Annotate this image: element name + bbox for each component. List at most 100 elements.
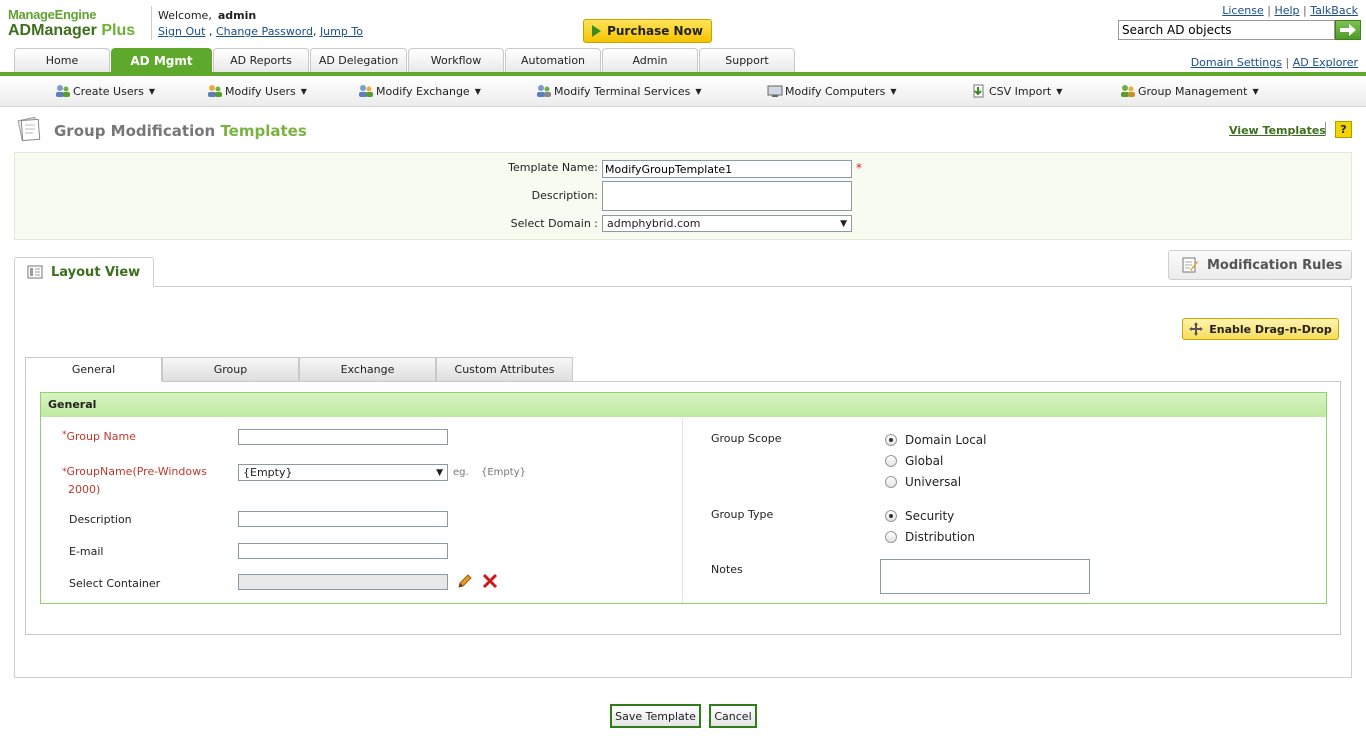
layout-icon bbox=[27, 265, 43, 279]
radio-icon[interactable] bbox=[885, 531, 897, 543]
menu-csv-import[interactable]: CSV Import ▼ bbox=[971, 84, 1062, 98]
scope-universal-option[interactable]: Universal bbox=[885, 475, 961, 489]
notes-textarea[interactable] bbox=[880, 559, 1090, 594]
tab-general[interactable]: General bbox=[25, 357, 162, 382]
group-name-input[interactable] bbox=[238, 429, 448, 445]
tab-custom-attributes[interactable]: Custom Attributes bbox=[436, 357, 573, 382]
group-name-pre-line2: 2000) bbox=[68, 483, 101, 496]
example-value: {Empty} bbox=[481, 467, 526, 478]
help-link[interactable]: Help bbox=[1274, 4, 1299, 17]
tab-workflow[interactable]: Workflow bbox=[408, 48, 504, 72]
template-name-input[interactable] bbox=[602, 160, 852, 178]
modification-rules-label: Modification Rules bbox=[1207, 257, 1343, 273]
type-security-option[interactable]: Security bbox=[885, 509, 954, 523]
chevron-down-icon: ▼ bbox=[436, 467, 443, 478]
tab-group[interactable]: Group bbox=[162, 357, 299, 382]
group-name-pre-value: {Empty} bbox=[243, 466, 293, 479]
group-name-pre-windows-label: *GroupName(Pre-Windows 2000) bbox=[62, 465, 207, 496]
group-name-label: *Group Name bbox=[62, 430, 136, 443]
menu-create-users[interactable]: Create Users ▼ bbox=[55, 84, 155, 98]
enable-drag-drop-button[interactable]: Enable Drag-n-Drop bbox=[1182, 318, 1339, 340]
template-description-input[interactable] bbox=[602, 181, 852, 211]
group-icon bbox=[1121, 85, 1135, 97]
enable-drag-drop-label: Enable Drag-n-Drop bbox=[1209, 322, 1332, 336]
menu-modify-computers-label: Modify Computers bbox=[785, 84, 886, 98]
view-templates-link[interactable]: View Templates bbox=[1229, 124, 1326, 137]
domain-select[interactable]: admphybrid.com ▼ bbox=[602, 215, 852, 232]
arrow-right-icon bbox=[1340, 24, 1356, 36]
tab-ad-mgmt[interactable]: AD Mgmt bbox=[111, 48, 212, 72]
type-security-label: Security bbox=[905, 509, 955, 523]
logo-admanager: ADManager Plus bbox=[8, 22, 135, 40]
scope-domain-local-label: Domain Local bbox=[905, 433, 987, 447]
domain-select-value: admphybrid.com bbox=[607, 217, 701, 230]
description-label: Description: bbox=[531, 189, 598, 202]
select-container-label: Select Container bbox=[69, 577, 161, 590]
welcome-text: Welcome, admin bbox=[158, 9, 256, 22]
menu-csv-import-label: CSV Import bbox=[989, 84, 1052, 98]
pencil-icon[interactable] bbox=[457, 573, 473, 589]
purchase-now-button[interactable]: Purchase Now bbox=[583, 19, 712, 43]
jump-to-link[interactable]: Jump To bbox=[320, 25, 363, 38]
select-domain-label: Select Domain : bbox=[510, 217, 598, 230]
example-label: eg. bbox=[453, 467, 469, 478]
tab-layout-view[interactable]: Layout View bbox=[14, 257, 154, 287]
modification-rules-button[interactable]: Modification Rules bbox=[1168, 250, 1352, 280]
welcome-label: Welcome, bbox=[158, 9, 212, 22]
username: admin bbox=[217, 9, 257, 22]
sign-out-link[interactable]: Sign Out bbox=[158, 25, 205, 38]
users-edit-icon bbox=[208, 85, 222, 97]
tab-support[interactable]: Support bbox=[699, 48, 795, 72]
ad-explorer-link[interactable]: AD Explorer bbox=[1293, 56, 1358, 69]
container-input bbox=[238, 574, 448, 590]
group-description-input[interactable] bbox=[238, 511, 448, 527]
move-icon bbox=[1189, 322, 1204, 336]
radio-icon[interactable] bbox=[885, 455, 897, 467]
menu-modify-exchange[interactable]: Modify Exchange ▼ bbox=[358, 84, 481, 98]
group-type-label: Group Type bbox=[711, 508, 774, 521]
email-field[interactable] bbox=[238, 543, 448, 559]
delete-icon[interactable] bbox=[482, 573, 498, 589]
tab-ad-delegation[interactable]: AD Delegation bbox=[310, 48, 407, 72]
talkback-link[interactable]: TalkBack bbox=[1310, 4, 1358, 17]
license-link[interactable]: License bbox=[1222, 4, 1263, 17]
radio-icon[interactable] bbox=[885, 476, 897, 488]
menu-group-management[interactable]: Group Management ▼ bbox=[1120, 84, 1259, 98]
page-title-main: Group Modification bbox=[54, 122, 216, 140]
layout-view-label: Layout View bbox=[51, 264, 141, 280]
scope-global-option[interactable]: Global bbox=[885, 454, 943, 468]
type-distribution-option[interactable]: Distribution bbox=[885, 530, 975, 544]
change-password-link[interactable]: Change Password bbox=[216, 25, 313, 38]
type-distribution-label: Distribution bbox=[905, 530, 976, 544]
terminal-users-icon bbox=[537, 85, 551, 97]
radio-selected-icon[interactable] bbox=[885, 434, 897, 446]
tab-ad-reports[interactable]: AD Reports bbox=[213, 48, 309, 72]
scope-domain-local-option[interactable]: Domain Local bbox=[885, 433, 986, 447]
tab-exchange[interactable]: Exchange bbox=[299, 357, 436, 382]
logo-plus: Plus bbox=[101, 22, 136, 39]
scope-global-label: Global bbox=[905, 454, 944, 468]
tab-automation[interactable]: Automation bbox=[505, 48, 601, 72]
notes-label: Notes bbox=[711, 563, 743, 576]
group-name-pre-windows-select[interactable]: {Empty} ▼ bbox=[238, 464, 448, 481]
tab-home[interactable]: Home bbox=[14, 48, 110, 72]
template-document-icon bbox=[17, 117, 41, 141]
logo-product: ADManager bbox=[8, 22, 97, 39]
domain-settings-link[interactable]: Domain Settings bbox=[1191, 56, 1282, 69]
save-template-button[interactable]: Save Template bbox=[610, 704, 701, 728]
required-marker: * bbox=[856, 161, 862, 175]
help-icon[interactable]: ? bbox=[1335, 121, 1352, 138]
tab-admin[interactable]: Admin bbox=[602, 48, 698, 72]
menu-modify-terminal-services[interactable]: Modify Terminal Services ▼ bbox=[536, 84, 701, 98]
search-go-button[interactable] bbox=[1335, 20, 1361, 40]
column-divider bbox=[682, 418, 683, 603]
search-input[interactable] bbox=[1118, 20, 1335, 40]
menu-modify-users[interactable]: Modify Users ▼ bbox=[207, 84, 307, 98]
menu-modify-exchange-label: Modify Exchange bbox=[376, 84, 470, 98]
purchase-label: Purchase Now bbox=[607, 24, 703, 38]
cancel-button[interactable]: Cancel bbox=[709, 704, 757, 728]
logo-manageengine: ManageEngine bbox=[8, 7, 97, 22]
radio-selected-icon[interactable] bbox=[885, 510, 897, 522]
menu-modify-computers[interactable]: Modify Computers ▼ bbox=[767, 84, 897, 98]
template-name-label: Template Name: bbox=[508, 161, 598, 174]
